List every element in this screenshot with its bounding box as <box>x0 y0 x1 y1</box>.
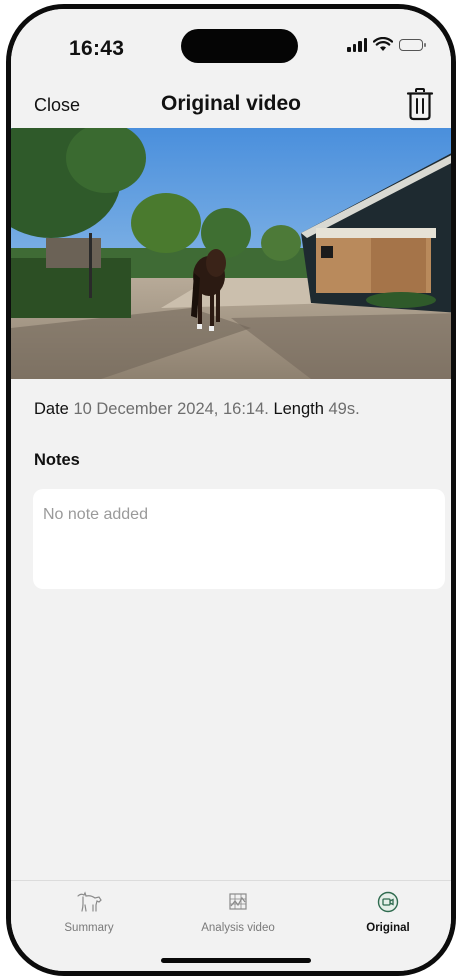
home-indicator <box>161 958 311 963</box>
tab-summary[interactable]: Summary <box>19 891 159 936</box>
tab-bar: Summary Analysis video Original <box>11 880 451 971</box>
trash-icon <box>406 88 434 121</box>
delete-button[interactable] <box>403 87 437 123</box>
tab-original[interactable]: Original <box>318 891 451 936</box>
status-time: 16:43 <box>69 37 125 60</box>
phone-frame: 16:43 Close Original video Date 10 Decem… <box>6 4 456 976</box>
notes-placeholder: No note added <box>43 506 148 523</box>
navigation-bar: Close Original video <box>11 87 451 127</box>
tab-analysis-video-label: Analysis video <box>201 922 275 934</box>
date-label: Date <box>34 400 69 418</box>
length-value: 49s. <box>328 400 360 418</box>
dynamic-island <box>181 29 298 63</box>
wifi-icon <box>373 37 393 51</box>
video-thumbnail <box>11 128 451 379</box>
notes-heading: Notes <box>34 451 80 469</box>
date-value: 10 December 2024, 16:14. <box>73 400 269 418</box>
tab-summary-label: Summary <box>64 922 114 934</box>
tab-analysis-video[interactable]: Analysis video <box>168 891 308 936</box>
horse-icon <box>77 891 102 912</box>
video-metadata: Date 10 December 2024, 16:14. Length 49s… <box>34 400 360 419</box>
battery-icon <box>399 38 426 51</box>
tab-original-label: Original <box>366 922 410 934</box>
analysis-chart-icon <box>229 893 247 910</box>
length-label: Length <box>273 400 324 418</box>
status-bar: 16:43 <box>11 9 451 87</box>
status-icons <box>347 37 426 52</box>
notes-field[interactable]: No note added <box>33 489 445 589</box>
page-title: Original video <box>160 92 302 115</box>
cellular-signal-icon <box>347 37 367 52</box>
video-camera-icon <box>377 891 399 913</box>
video-preview[interactable] <box>11 128 451 379</box>
